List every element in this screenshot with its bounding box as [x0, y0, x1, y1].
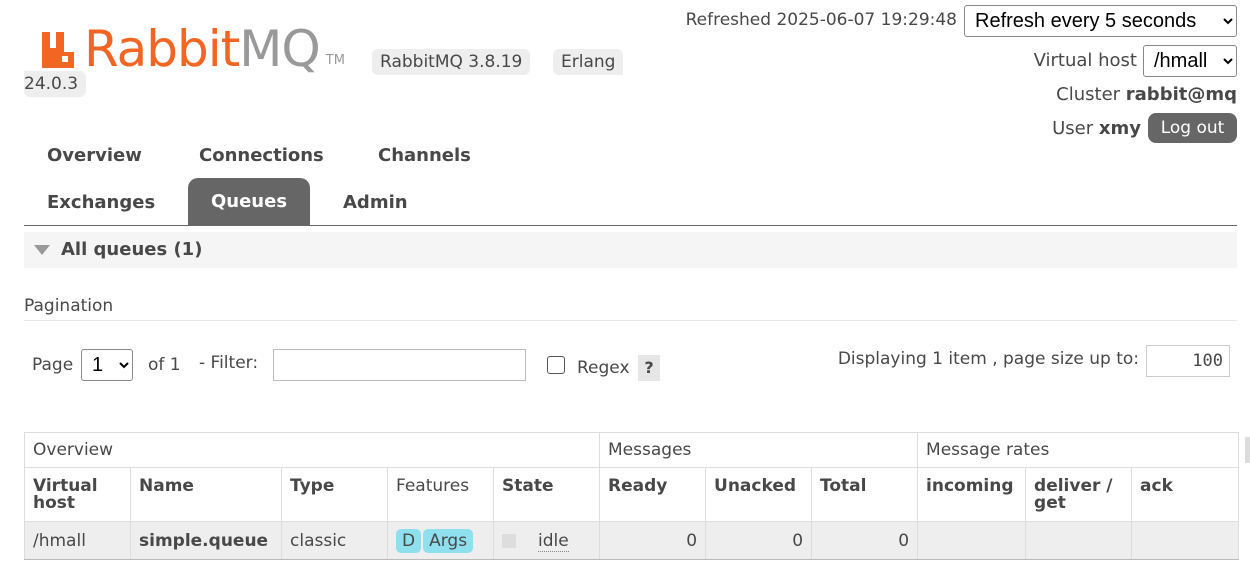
all-queues-title: All queues (1): [61, 239, 203, 260]
table-row: /hmall simple.queue classic D Args idle 0…: [24, 521, 1240, 560]
page-select[interactable]: 1: [81, 349, 133, 381]
cell-incoming: [917, 521, 1027, 560]
tab-admin[interactable]: Admin: [320, 179, 431, 226]
cell-ready: 0: [599, 521, 707, 560]
cluster-label: Cluster: [1056, 84, 1121, 105]
cluster-info: Cluster rabbit@mq: [1056, 84, 1237, 105]
filter-label: - Filter:: [199, 353, 259, 373]
erlang-version-badge: 24.0.3: [24, 71, 87, 97]
feature-durable-badge: D: [396, 528, 422, 553]
cell-type: classic: [281, 521, 388, 560]
logo-trademark: TM: [325, 53, 345, 68]
group-header-messages: Messages: [599, 432, 919, 468]
collapse-triangle-icon: [34, 245, 50, 255]
cell-deliver-get: [1025, 521, 1133, 560]
column-header-virtual-host[interactable]: Virtual host: [24, 467, 131, 522]
page-size-input[interactable]: 100: [1146, 345, 1230, 377]
cell-features: D Args: [387, 521, 494, 560]
column-header-features: Features: [387, 467, 494, 522]
tab-channels[interactable]: Channels: [355, 132, 494, 179]
column-header-ready[interactable]: Ready: [599, 467, 707, 522]
cell-queue-name[interactable]: simple.queue: [130, 521, 282, 560]
state-text: idle: [538, 530, 569, 552]
tab-overview[interactable]: Overview: [24, 132, 165, 179]
cell-ack: [1131, 521, 1240, 560]
tab-exchanges[interactable]: Exchanges: [24, 179, 178, 226]
queue-name-link[interactable]: simple.queue: [139, 531, 268, 551]
virtual-host-label: Virtual host: [1033, 50, 1137, 71]
column-header-incoming[interactable]: incoming: [917, 467, 1027, 522]
logout-button[interactable]: Log out: [1148, 113, 1237, 143]
user-label: User: [1052, 118, 1094, 139]
pagination-divider: [24, 320, 1237, 321]
column-header-ack[interactable]: ack: [1131, 467, 1240, 522]
cell-virtual-host: /hmall: [24, 521, 131, 560]
nav-divider: [24, 225, 1237, 226]
group-header-message-rates: Message rates: [917, 432, 1240, 468]
logo-text-mq: MQ: [239, 20, 320, 78]
regex-checkbox[interactable]: [547, 356, 565, 374]
cell-unacked: 0: [705, 521, 813, 560]
cluster-name: rabbit@mq: [1125, 84, 1237, 105]
state-indicator-icon: [502, 533, 516, 548]
displaying-items-label: Displaying 1 item , page size up to:: [837, 349, 1139, 369]
tab-connections[interactable]: Connections: [176, 132, 347, 179]
cell-total: 0: [811, 521, 919, 560]
column-header-name[interactable]: Name: [130, 467, 282, 522]
virtual-host-select[interactable]: /hmall: [1143, 45, 1237, 77]
column-header-type[interactable]: Type: [281, 467, 388, 522]
logo-text-rabbit: Rabbit: [84, 20, 240, 78]
all-queues-section-header[interactable]: All queues (1): [24, 232, 1237, 268]
group-header-overview: Overview: [23, 432, 601, 468]
page-count-label: of 1: [148, 355, 181, 375]
rabbit-logo-icon: [40, 30, 80, 70]
refreshed-timestamp: Refreshed 2025-06-07 19:29:48: [685, 10, 957, 30]
rabbitmq-version-badge: RabbitMQ 3.8.19: [372, 49, 531, 75]
user-info: User xmy: [1052, 118, 1141, 139]
scrollbar-fragment[interactable]: [1245, 437, 1250, 463]
refresh-interval-select[interactable]: Refresh every 5 seconds: [964, 5, 1237, 37]
column-header-unacked[interactable]: Unacked: [705, 467, 813, 522]
regex-help-button[interactable]: ?: [638, 355, 660, 381]
regex-label: Regex: [577, 358, 630, 378]
feature-args-badge: Args: [423, 528, 474, 553]
queues-table: Overview Messages Message rates Virtual …: [23, 432, 1240, 560]
page-label: Page: [32, 355, 74, 375]
cell-state: idle: [492, 521, 601, 560]
pagination-heading: Pagination: [24, 296, 114, 316]
filter-input[interactable]: [273, 349, 526, 381]
erlang-label-badge: Erlang: [553, 49, 624, 75]
rabbitmq-logo[interactable]: Rabbit MQ TM: [40, 22, 345, 74]
column-header-deliver-get[interactable]: deliver / get: [1025, 467, 1133, 522]
user-name: xmy: [1098, 118, 1141, 139]
column-header-total[interactable]: Total: [811, 467, 919, 522]
column-header-state[interactable]: State: [492, 467, 601, 522]
tab-queues[interactable]: Queues: [188, 178, 310, 225]
